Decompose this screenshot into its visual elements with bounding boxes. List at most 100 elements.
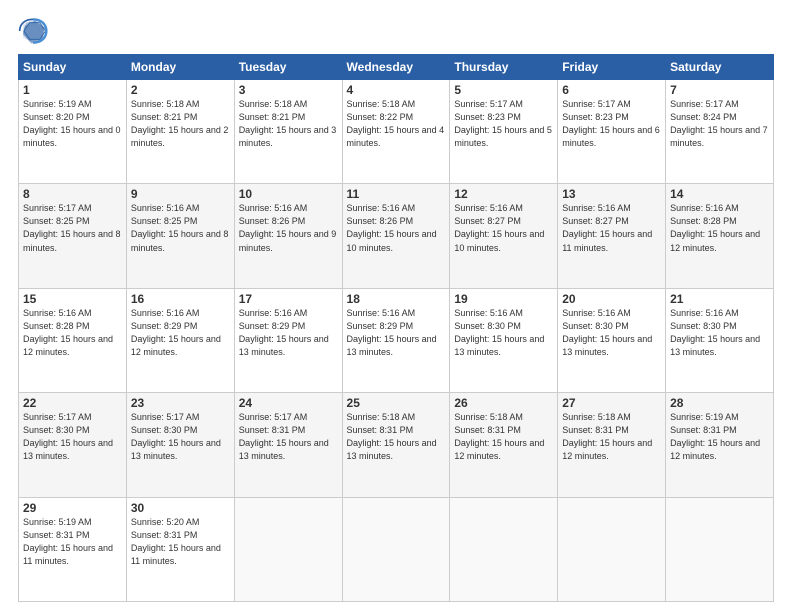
calendar-cell: 5Sunrise: 5:17 AMSunset: 8:23 PMDaylight… (450, 80, 558, 184)
day-info: Sunrise: 5:17 AMSunset: 8:30 PMDaylight:… (131, 411, 230, 463)
calendar-cell: 11Sunrise: 5:16 AMSunset: 8:26 PMDayligh… (342, 184, 450, 288)
day-number: 21 (670, 292, 769, 306)
day-number: 24 (239, 396, 338, 410)
calendar-cell: 30Sunrise: 5:20 AMSunset: 8:31 PMDayligh… (126, 497, 234, 601)
calendar-cell: 24Sunrise: 5:17 AMSunset: 8:31 PMDayligh… (234, 393, 342, 497)
calendar-cell: 4Sunrise: 5:18 AMSunset: 8:22 PMDaylight… (342, 80, 450, 184)
day-header-wednesday: Wednesday (342, 55, 450, 80)
day-info: Sunrise: 5:20 AMSunset: 8:31 PMDaylight:… (131, 516, 230, 568)
calendar-cell: 6Sunrise: 5:17 AMSunset: 8:23 PMDaylight… (558, 80, 666, 184)
day-info: Sunrise: 5:16 AMSunset: 8:30 PMDaylight:… (562, 307, 661, 359)
calendar-cell: 16Sunrise: 5:16 AMSunset: 8:29 PMDayligh… (126, 288, 234, 392)
calendar-cell: 29Sunrise: 5:19 AMSunset: 8:31 PMDayligh… (19, 497, 127, 601)
logo (18, 16, 52, 46)
day-number: 23 (131, 396, 230, 410)
day-info: Sunrise: 5:17 AMSunset: 8:31 PMDaylight:… (239, 411, 338, 463)
day-number: 12 (454, 187, 553, 201)
calendar-cell: 14Sunrise: 5:16 AMSunset: 8:28 PMDayligh… (666, 184, 774, 288)
calendar-cell: 23Sunrise: 5:17 AMSunset: 8:30 PMDayligh… (126, 393, 234, 497)
day-info: Sunrise: 5:16 AMSunset: 8:26 PMDaylight:… (347, 202, 446, 254)
day-header-sunday: Sunday (19, 55, 127, 80)
day-number: 22 (23, 396, 122, 410)
day-info: Sunrise: 5:16 AMSunset: 8:29 PMDaylight:… (131, 307, 230, 359)
calendar-week-row: 29Sunrise: 5:19 AMSunset: 8:31 PMDayligh… (19, 497, 774, 601)
calendar-cell: 21Sunrise: 5:16 AMSunset: 8:30 PMDayligh… (666, 288, 774, 392)
day-info: Sunrise: 5:17 AMSunset: 8:25 PMDaylight:… (23, 202, 122, 254)
day-info: Sunrise: 5:16 AMSunset: 8:26 PMDaylight:… (239, 202, 338, 254)
day-number: 6 (562, 83, 661, 97)
day-number: 13 (562, 187, 661, 201)
day-number: 2 (131, 83, 230, 97)
day-number: 8 (23, 187, 122, 201)
calendar-cell: 2Sunrise: 5:18 AMSunset: 8:21 PMDaylight… (126, 80, 234, 184)
calendar-cell: 25Sunrise: 5:18 AMSunset: 8:31 PMDayligh… (342, 393, 450, 497)
calendar-cell: 20Sunrise: 5:16 AMSunset: 8:30 PMDayligh… (558, 288, 666, 392)
logo-icon (18, 16, 48, 46)
day-number: 27 (562, 396, 661, 410)
calendar-cell: 15Sunrise: 5:16 AMSunset: 8:28 PMDayligh… (19, 288, 127, 392)
day-info: Sunrise: 5:18 AMSunset: 8:21 PMDaylight:… (239, 98, 338, 150)
day-info: Sunrise: 5:17 AMSunset: 8:23 PMDaylight:… (454, 98, 553, 150)
day-number: 1 (23, 83, 122, 97)
day-number: 9 (131, 187, 230, 201)
day-number: 19 (454, 292, 553, 306)
day-info: Sunrise: 5:17 AMSunset: 8:24 PMDaylight:… (670, 98, 769, 150)
calendar-table: SundayMondayTuesdayWednesdayThursdayFrid… (18, 54, 774, 602)
day-info: Sunrise: 5:16 AMSunset: 8:27 PMDaylight:… (562, 202, 661, 254)
day-number: 5 (454, 83, 553, 97)
day-number: 14 (670, 187, 769, 201)
day-info: Sunrise: 5:17 AMSunset: 8:23 PMDaylight:… (562, 98, 661, 150)
calendar-cell (450, 497, 558, 601)
day-info: Sunrise: 5:18 AMSunset: 8:21 PMDaylight:… (131, 98, 230, 150)
day-number: 29 (23, 501, 122, 515)
day-number: 17 (239, 292, 338, 306)
day-info: Sunrise: 5:17 AMSunset: 8:30 PMDaylight:… (23, 411, 122, 463)
day-info: Sunrise: 5:16 AMSunset: 8:30 PMDaylight:… (454, 307, 553, 359)
day-info: Sunrise: 5:16 AMSunset: 8:29 PMDaylight:… (239, 307, 338, 359)
calendar-cell: 18Sunrise: 5:16 AMSunset: 8:29 PMDayligh… (342, 288, 450, 392)
calendar-cell: 9Sunrise: 5:16 AMSunset: 8:25 PMDaylight… (126, 184, 234, 288)
day-header-tuesday: Tuesday (234, 55, 342, 80)
day-number: 16 (131, 292, 230, 306)
day-info: Sunrise: 5:16 AMSunset: 8:28 PMDaylight:… (670, 202, 769, 254)
day-info: Sunrise: 5:19 AMSunset: 8:31 PMDaylight:… (670, 411, 769, 463)
day-number: 26 (454, 396, 553, 410)
calendar-week-row: 22Sunrise: 5:17 AMSunset: 8:30 PMDayligh… (19, 393, 774, 497)
day-number: 20 (562, 292, 661, 306)
calendar-cell: 28Sunrise: 5:19 AMSunset: 8:31 PMDayligh… (666, 393, 774, 497)
calendar-cell: 17Sunrise: 5:16 AMSunset: 8:29 PMDayligh… (234, 288, 342, 392)
day-info: Sunrise: 5:16 AMSunset: 8:25 PMDaylight:… (131, 202, 230, 254)
day-header-thursday: Thursday (450, 55, 558, 80)
day-number: 4 (347, 83, 446, 97)
day-info: Sunrise: 5:19 AMSunset: 8:31 PMDaylight:… (23, 516, 122, 568)
day-number: 3 (239, 83, 338, 97)
page: SundayMondayTuesdayWednesdayThursdayFrid… (0, 0, 792, 612)
calendar-week-row: 8Sunrise: 5:17 AMSunset: 8:25 PMDaylight… (19, 184, 774, 288)
calendar-cell: 3Sunrise: 5:18 AMSunset: 8:21 PMDaylight… (234, 80, 342, 184)
day-number: 10 (239, 187, 338, 201)
calendar-cell: 8Sunrise: 5:17 AMSunset: 8:25 PMDaylight… (19, 184, 127, 288)
calendar-week-row: 1Sunrise: 5:19 AMSunset: 8:20 PMDaylight… (19, 80, 774, 184)
day-info: Sunrise: 5:18 AMSunset: 8:31 PMDaylight:… (562, 411, 661, 463)
calendar-cell: 1Sunrise: 5:19 AMSunset: 8:20 PMDaylight… (19, 80, 127, 184)
day-info: Sunrise: 5:16 AMSunset: 8:27 PMDaylight:… (454, 202, 553, 254)
day-info: Sunrise: 5:19 AMSunset: 8:20 PMDaylight:… (23, 98, 122, 150)
calendar-week-row: 15Sunrise: 5:16 AMSunset: 8:28 PMDayligh… (19, 288, 774, 392)
day-header-saturday: Saturday (666, 55, 774, 80)
header (18, 16, 774, 46)
day-number: 18 (347, 292, 446, 306)
day-number: 15 (23, 292, 122, 306)
calendar-cell: 13Sunrise: 5:16 AMSunset: 8:27 PMDayligh… (558, 184, 666, 288)
day-header-friday: Friday (558, 55, 666, 80)
day-info: Sunrise: 5:16 AMSunset: 8:29 PMDaylight:… (347, 307, 446, 359)
day-info: Sunrise: 5:18 AMSunset: 8:31 PMDaylight:… (454, 411, 553, 463)
calendar-cell: 12Sunrise: 5:16 AMSunset: 8:27 PMDayligh… (450, 184, 558, 288)
calendar-cell: 27Sunrise: 5:18 AMSunset: 8:31 PMDayligh… (558, 393, 666, 497)
calendar-cell: 22Sunrise: 5:17 AMSunset: 8:30 PMDayligh… (19, 393, 127, 497)
calendar-cell (234, 497, 342, 601)
day-number: 11 (347, 187, 446, 201)
calendar-header-row: SundayMondayTuesdayWednesdayThursdayFrid… (19, 55, 774, 80)
calendar-cell (342, 497, 450, 601)
day-header-monday: Monday (126, 55, 234, 80)
calendar-cell: 26Sunrise: 5:18 AMSunset: 8:31 PMDayligh… (450, 393, 558, 497)
